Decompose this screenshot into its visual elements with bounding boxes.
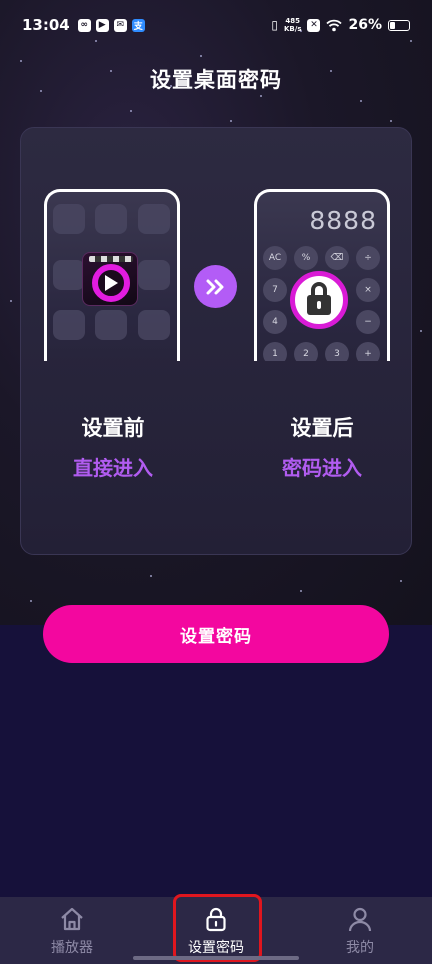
play-triangle-icon: [105, 275, 118, 291]
calc-key: ÷: [356, 246, 380, 270]
network-speed: 485 KB/s: [284, 17, 301, 33]
home-indicator[interactable]: [133, 956, 299, 960]
star: [260, 95, 262, 97]
star: [400, 580, 402, 582]
status-bar: 13:04 ∞ ▶ ✉ 支 ▯ 485 KB/s ✕ 26%: [0, 0, 432, 50]
padlock-shackle: [311, 282, 327, 298]
star: [420, 330, 422, 332]
star: [20, 60, 22, 62]
star: [130, 110, 132, 112]
nav-item-player[interactable]: 播放器: [0, 897, 144, 964]
before-label: 设置前: [81, 416, 145, 440]
wifi-icon: [326, 19, 343, 31]
app-tile: [138, 204, 170, 234]
calc-key: −: [356, 310, 380, 334]
app-tile: [95, 204, 127, 234]
person-icon: [348, 907, 372, 932]
app-tile: [95, 310, 127, 340]
network-speed-unit: KB/s: [284, 25, 302, 33]
star: [10, 300, 12, 302]
status-time: 13:04: [22, 16, 70, 34]
set-password-button[interactable]: 设置密码: [43, 605, 389, 663]
calc-key: 3: [325, 342, 349, 361]
calc-key: ⌫: [325, 246, 349, 270]
home-icon: [61, 907, 83, 931]
calc-key: 7: [263, 278, 287, 302]
after-label: 设置后: [290, 416, 354, 440]
nav-item-mine[interactable]: 我的: [288, 897, 432, 964]
star: [360, 100, 362, 102]
calc-key: 1: [263, 342, 287, 361]
calc-key: 4: [263, 310, 287, 334]
app-notification-icon: ∞: [77, 18, 91, 32]
app-tile: [53, 260, 85, 290]
nav-label-player: 播放器: [51, 940, 93, 956]
app-tile: [53, 310, 85, 340]
star: [390, 120, 392, 122]
comparison-card: 8888 AC % ⌫ ÷ 7 × 4 − 1 2 3 + 设置前 直接进入 设…: [20, 127, 412, 555]
padlock-keyhole: [317, 301, 321, 309]
calculator-display: 8888: [309, 206, 377, 235]
app-tile: [138, 310, 170, 340]
clapper-stripe: [89, 256, 133, 262]
after-sublabel: 密码进入: [282, 456, 362, 480]
vibrate-icon: ▯: [271, 18, 278, 32]
nav-label-mine: 我的: [346, 940, 374, 956]
alipay-notification-icon: 支: [131, 18, 145, 32]
lock-icon: [206, 907, 226, 932]
calc-key: %: [294, 246, 318, 270]
phone-after-illustration: 8888 AC % ⌫ ÷ 7 × 4 − 1 2 3 +: [254, 189, 390, 361]
status-right: ▯ 485 KB/s ✕ 26%: [271, 17, 410, 33]
calc-key: +: [356, 342, 380, 361]
nav-item-set-password[interactable]: 设置密码: [144, 897, 288, 964]
app-tile: [138, 260, 170, 290]
nav-label-set-password: 设置密码: [188, 940, 244, 956]
double-chevron-right-icon: [194, 265, 237, 308]
app-tile: [53, 204, 85, 234]
bottom-nav: 播放器 设置密码 我的: [0, 897, 432, 964]
star: [200, 55, 202, 57]
battery-percent: 26%: [348, 17, 382, 33]
video-notification-icon: ▶: [95, 18, 109, 32]
page-title: 设置桌面密码: [150, 68, 282, 92]
padlock-icon: [290, 271, 348, 329]
mail-notification-icon: ✉: [113, 18, 127, 32]
star: [150, 575, 152, 577]
background-bottom: [0, 625, 432, 897]
padlock-body: [307, 282, 331, 315]
calc-key: ×: [356, 278, 380, 302]
battery-icon: [388, 19, 410, 31]
calc-key: AC: [263, 246, 287, 270]
before-sublabel: 直接进入: [73, 456, 153, 480]
phone-before-illustration: [44, 189, 180, 361]
star: [230, 120, 232, 122]
calc-key: 2: [294, 342, 318, 361]
player-app-icon: [82, 252, 138, 306]
network-speed-value: 485: [285, 17, 301, 25]
star: [30, 600, 32, 602]
star: [300, 590, 302, 592]
no-sim-icon: ✕: [307, 18, 321, 32]
